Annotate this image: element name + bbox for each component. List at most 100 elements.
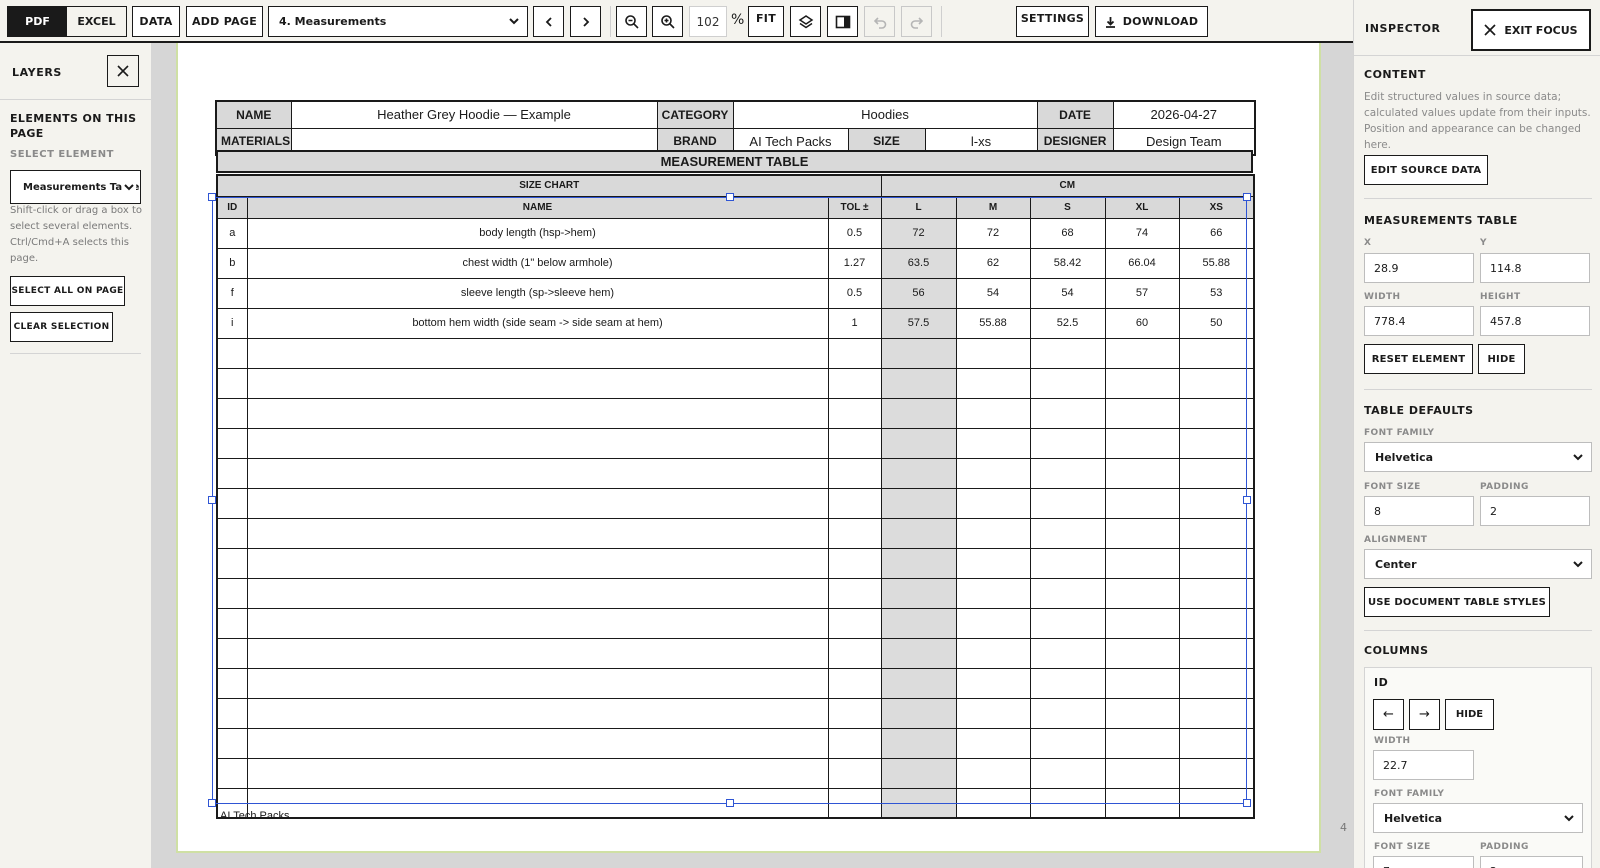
table-cell[interactable] — [1104, 427, 1180, 459]
table-cell[interactable] — [880, 667, 957, 699]
table-cell[interactable] — [827, 397, 882, 429]
table-cell[interactable]: 63.5 — [880, 247, 957, 279]
table-cell[interactable] — [1178, 367, 1255, 399]
page-select[interactable]: 4. Measurements — [268, 6, 528, 37]
zoom-in-button[interactable] — [652, 6, 683, 37]
move-column-left-button[interactable]: ← — [1373, 699, 1404, 730]
table-cell[interactable]: 1.27 — [827, 247, 882, 279]
table-cell[interactable] — [880, 637, 957, 669]
table-cell[interactable] — [246, 397, 829, 429]
resize-handle[interactable] — [1243, 496, 1251, 504]
table-cell[interactable] — [246, 787, 829, 819]
table-cell[interactable] — [216, 547, 248, 579]
resize-handle[interactable] — [726, 799, 734, 807]
table-cell[interactable] — [1178, 757, 1255, 789]
table-cell[interactable] — [1029, 667, 1106, 699]
column-header[interactable]: L — [880, 195, 957, 219]
table-cell[interactable] — [1029, 547, 1106, 579]
table-cell[interactable]: sleeve length (sp->sleeve hem) — [246, 277, 829, 309]
prev-page-button[interactable] — [533, 6, 564, 37]
table-cell[interactable] — [880, 727, 957, 759]
resize-handle[interactable] — [208, 496, 216, 504]
table-cell[interactable] — [1104, 457, 1180, 489]
table-row[interactable] — [216, 757, 1255, 789]
add-page-button[interactable]: ADD PAGE — [186, 6, 263, 37]
table-cell[interactable] — [827, 667, 882, 699]
table-cell[interactable] — [955, 397, 1031, 429]
download-button[interactable]: DOWNLOAD — [1095, 6, 1208, 37]
table-cell[interactable] — [880, 367, 957, 399]
table-cell[interactable] — [1104, 517, 1180, 549]
table-cell[interactable] — [827, 517, 882, 549]
table-cell[interactable] — [880, 697, 957, 729]
inspector-toggle-button[interactable] — [827, 6, 858, 37]
table-cell[interactable] — [216, 607, 248, 639]
undo-button[interactable] — [864, 6, 895, 37]
table-cell[interactable] — [955, 517, 1031, 549]
exit-focus-button[interactable]: EXIT FOCUS — [1471, 9, 1591, 51]
table-cell[interactable] — [1178, 337, 1255, 369]
redo-button[interactable] — [901, 6, 932, 37]
resize-handle[interactable] — [726, 193, 734, 201]
table-cell[interactable] — [246, 427, 829, 459]
table-cell[interactable] — [1104, 667, 1180, 699]
table-cell[interactable] — [1178, 667, 1255, 699]
table-cell[interactable] — [1029, 337, 1106, 369]
table-cell[interactable] — [246, 757, 829, 789]
table-cell[interactable] — [1178, 697, 1255, 729]
column-padding-input[interactable]: 2 — [1480, 856, 1583, 868]
column-font-size-input[interactable]: 7 — [1373, 856, 1474, 868]
table-cell[interactable] — [216, 337, 248, 369]
table-cell[interactable] — [955, 427, 1031, 459]
element-select[interactable]: Measurements Table — [10, 170, 141, 204]
table-row[interactable] — [216, 637, 1255, 669]
table-cell[interactable] — [880, 457, 957, 489]
name-value[interactable]: Heather Grey Hoodie — Example — [290, 100, 658, 129]
table-cell[interactable]: 57.5 — [880, 307, 957, 339]
table-cell[interactable]: 66.04 — [1104, 247, 1180, 279]
table-cell[interactable] — [955, 697, 1031, 729]
table-cell[interactable] — [955, 637, 1031, 669]
info-table[interactable]: NAME Heather Grey Hoodie — Example CATEG… — [215, 100, 1257, 156]
table-cell[interactable] — [246, 487, 829, 519]
date-value[interactable]: 2026-04-27 — [1112, 100, 1256, 129]
table-cell[interactable] — [827, 577, 882, 609]
table-row[interactable]: a body length (hsp->hem) 0.5 72 72 68 74 66 — [216, 217, 1255, 249]
table-cell[interactable]: 57 — [1104, 277, 1180, 309]
table-cell[interactable] — [1178, 607, 1255, 639]
x-input[interactable]: 28.9 — [1364, 253, 1474, 283]
table-row[interactable] — [216, 367, 1255, 399]
table-cell[interactable] — [955, 757, 1031, 789]
font-family-select[interactable]: Helvetica — [1364, 442, 1592, 472]
table-cell[interactable] — [880, 337, 957, 369]
clear-selection-button[interactable]: CLEAR SELECTION — [10, 312, 113, 342]
layers-toggle-button[interactable] — [790, 6, 821, 37]
table-cell[interactable]: 58.42 — [1029, 247, 1106, 279]
table-cell[interactable] — [1104, 337, 1180, 369]
table-cell[interactable] — [1178, 637, 1255, 669]
table-cell[interactable]: 55.88 — [955, 307, 1031, 339]
table-cell[interactable] — [1104, 757, 1180, 789]
column-header[interactable]: S — [1029, 195, 1106, 219]
table-cell[interactable] — [827, 367, 882, 399]
use-document-table-styles-button[interactable]: USE DOCUMENT TABLE STYLES — [1364, 587, 1550, 617]
table-cell[interactable]: 72 — [880, 217, 957, 249]
table-row[interactable]: f sleeve length (sp->sleeve hem) 0.5 56 54 54… — [216, 277, 1255, 309]
y-input[interactable]: 114.8 — [1480, 253, 1590, 283]
table-cell[interactable] — [1104, 787, 1180, 819]
table-cell[interactable] — [1178, 457, 1255, 489]
table-row[interactable] — [216, 547, 1255, 579]
table-cell[interactable] — [955, 787, 1031, 819]
table-cell[interactable] — [1029, 517, 1106, 549]
table-cell[interactable] — [827, 337, 882, 369]
table-cell[interactable] — [216, 457, 248, 489]
table-cell[interactable] — [880, 487, 957, 519]
reset-element-button[interactable]: RESET ELEMENT — [1364, 344, 1473, 374]
padding-input[interactable]: 2 — [1480, 496, 1590, 526]
table-cell[interactable] — [880, 397, 957, 429]
table-cell[interactable] — [246, 337, 829, 369]
table-row[interactable] — [216, 337, 1255, 369]
table-row[interactable] — [216, 397, 1255, 429]
table-cell[interactable] — [880, 757, 957, 789]
table-cell[interactable] — [880, 517, 957, 549]
